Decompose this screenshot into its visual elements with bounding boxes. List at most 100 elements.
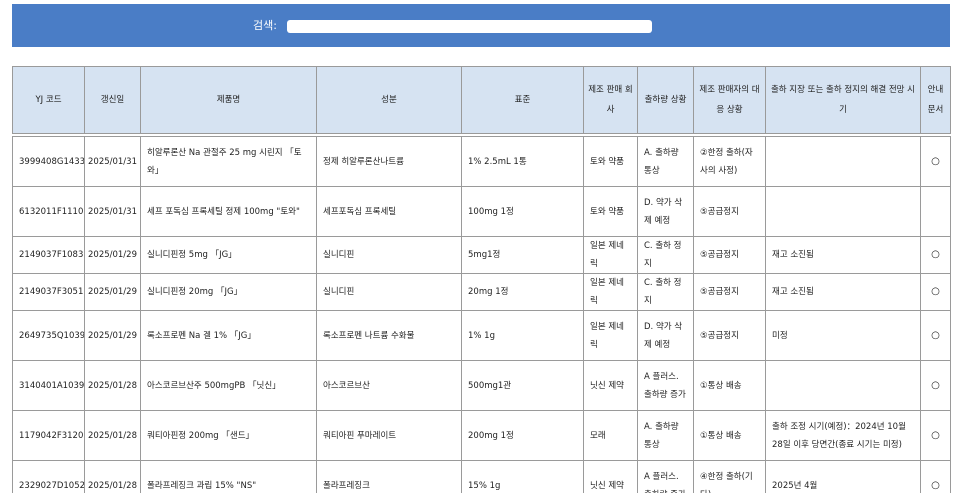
col-header-updated[interactable]: 갱신일 — [84, 66, 141, 134]
table-row: 2149037F1083 2025/01/29 실니디핀정 5mg 「JG」 실… — [12, 236, 951, 274]
cell-doc-link[interactable]: ○ — [920, 236, 951, 274]
cell-shipment: D. 약가 삭제 예정 — [637, 310, 694, 361]
cell-company: 일본 제네릭 — [583, 236, 638, 274]
cell-standard: 500mg1관 — [461, 360, 584, 411]
cell-response: ①통상 배송 — [693, 410, 766, 461]
cell-response: ②한정 출하(자사의 사정) — [693, 136, 766, 187]
col-header-yj-code[interactable]: YJ 코드 — [12, 66, 85, 134]
cell-doc-link[interactable]: ○ — [920, 136, 951, 187]
cell-shipment: A 플러스. 출하량 증가 — [637, 360, 694, 411]
cell-doc-link[interactable]: ○ — [920, 273, 951, 311]
drug-supply-table: YJ 코드 갱신일 제품명 성분 표준 제조 판매 회사 출하량 상황 제조 판… — [12, 66, 951, 493]
cell-product: 실니디핀정 5mg 「JG」 — [140, 236, 317, 274]
col-header-outlook[interactable]: 출하 지장 또는 출하 정지의 해결 전망 시기 — [765, 66, 921, 134]
cell-ingredient: 실니디핀 — [316, 236, 462, 274]
cell-outlook: 2025년 4월 — [765, 460, 921, 493]
search-bar: 검색: — [12, 4, 950, 47]
cell-response: ⑤공급정지 — [693, 310, 766, 361]
cell-yj: 3999408G1433 — [12, 136, 85, 187]
cell-standard: 200mg 1정 — [461, 410, 584, 461]
cell-product: 세프 포독심 프록세틸 정제 100mg "토와" — [140, 186, 317, 237]
cell-yj: 1179042F3120 — [12, 410, 85, 461]
cell-product: 록소프로펜 Na 겔 1% 「JG」 — [140, 310, 317, 361]
cell-yj: 6132011F1110 — [12, 186, 85, 237]
cell-yj: 2149037F1083 — [12, 236, 85, 274]
col-header-doc[interactable]: 안내 문서 — [920, 66, 951, 134]
cell-ingredient: 록소프로펜 나트륨 수화물 — [316, 310, 462, 361]
cell-company: 토와 약품 — [583, 136, 638, 187]
cell-product: 아스코르브산주 500mgPB 「닛신」 — [140, 360, 317, 411]
table-row: 2649735Q1039 2025/01/29 록소프로펜 Na 겔 1% 「J… — [12, 310, 951, 361]
cell-yj: 2649735Q1039 — [12, 310, 85, 361]
cell-date: 2025/01/28 — [84, 410, 141, 461]
cell-ingredient: 실니디핀 — [316, 273, 462, 311]
cell-response: ⑤공급정지 — [693, 236, 766, 274]
col-header-ingredient[interactable]: 성분 — [316, 66, 462, 134]
table-row: 3140401A1039 2025/01/28 아스코르브산주 500mgPB … — [12, 360, 951, 411]
cell-date: 2025/01/28 — [84, 360, 141, 411]
cell-shipment: D. 약가 삭제 예정 — [637, 186, 694, 237]
col-header-product[interactable]: 제품명 — [140, 66, 317, 134]
cell-yj: 3140401A1039 — [12, 360, 85, 411]
cell-date: 2025/01/29 — [84, 236, 141, 274]
cell-doc-link[interactable]: ○ — [920, 310, 951, 361]
cell-company: 닛신 제약 — [583, 360, 638, 411]
cell-shipment: A 플러스. 출하량 증가 — [637, 460, 694, 493]
cell-product: 실니디핀정 20mg 「JG」 — [140, 273, 317, 311]
table-row: 2149037F3051 2025/01/29 실니디핀정 20mg 「JG」 … — [12, 273, 951, 311]
cell-standard: 20mg 1정 — [461, 273, 584, 311]
search-label: 검색: — [253, 19, 277, 32]
cell-yj: 2329027D1052 — [12, 460, 85, 493]
cell-standard: 1% 2.5mL 1통 — [461, 136, 584, 187]
cell-yj: 2149037F3051 — [12, 273, 85, 311]
col-header-response[interactable]: 제조 판매자의 대응 상황 — [693, 66, 766, 134]
cell-response: ④한정 출하(기타) — [693, 460, 766, 493]
col-header-shipment[interactable]: 출하량 상황 — [637, 66, 694, 134]
cell-standard: 5mg1정 — [461, 236, 584, 274]
cell-doc-link[interactable]: ○ — [920, 460, 951, 493]
cell-outlook: 재고 소진됨 — [765, 236, 921, 274]
cell-product: 히알루론산 Na 관절주 25 mg 시린지 「토와」 — [140, 136, 317, 187]
cell-outlook — [765, 136, 921, 187]
cell-ingredient: 아스코르브산 — [316, 360, 462, 411]
table-row: 2329027D1052 2025/01/28 폴라프레징크 과립 15% "N… — [12, 460, 951, 493]
cell-outlook: 출하 조정 시기(예정)：2024년 10월 28일 이후 당면간(종료 시기는… — [765, 410, 921, 461]
table-row: 6132011F1110 2025/01/31 세프 포독심 프록세틸 정제 1… — [12, 186, 951, 237]
cell-standard: 1% 1g — [461, 310, 584, 361]
search-input[interactable] — [287, 20, 652, 33]
col-header-standard[interactable]: 표준 — [461, 66, 584, 134]
cell-doc-link[interactable]: ○ — [920, 360, 951, 411]
cell-shipment: A. 출하량 통상 — [637, 136, 694, 187]
cell-outlook — [765, 186, 921, 237]
cell-date: 2025/01/29 — [84, 310, 141, 361]
cell-shipment: C. 출하 정지 — [637, 236, 694, 274]
cell-response: ⑤공급정지 — [693, 273, 766, 311]
cell-company: 모래 — [583, 410, 638, 461]
cell-response: ⑤공급정지 — [693, 186, 766, 237]
cell-doc-link[interactable]: ○ — [920, 410, 951, 461]
cell-shipment: A. 출하량 통상 — [637, 410, 694, 461]
cell-outlook — [765, 360, 921, 411]
cell-company: 일본 제네릭 — [583, 310, 638, 361]
table-header-row: YJ 코드 갱신일 제품명 성분 표준 제조 판매 회사 출하량 상황 제조 판… — [12, 66, 951, 134]
cell-company: 일본 제네릭 — [583, 273, 638, 311]
cell-outlook: 미정 — [765, 310, 921, 361]
cell-ingredient: 쿼티아핀 푸마레이트 — [316, 410, 462, 461]
cell-product: 쿼티아핀정 200mg 「샌드」 — [140, 410, 317, 461]
cell-doc-link[interactable] — [920, 186, 951, 237]
table-row: 1179042F3120 2025/01/28 쿼티아핀정 200mg 「샌드」… — [12, 410, 951, 461]
cell-response: ①통상 배송 — [693, 360, 766, 411]
cell-date: 2025/01/31 — [84, 186, 141, 237]
cell-date: 2025/01/28 — [84, 460, 141, 493]
cell-date: 2025/01/31 — [84, 136, 141, 187]
col-header-company[interactable]: 제조 판매 회사 — [583, 66, 638, 134]
cell-ingredient: 정제 히알루론산나트륨 — [316, 136, 462, 187]
cell-shipment: C. 출하 정지 — [637, 273, 694, 311]
cell-date: 2025/01/29 — [84, 273, 141, 311]
table-row: 3999408G1433 2025/01/31 히알루론산 Na 관절주 25 … — [12, 136, 951, 187]
cell-standard: 100mg 1정 — [461, 186, 584, 237]
cell-standard: 15% 1g — [461, 460, 584, 493]
cell-ingredient: 세프포독심 프록세틸 — [316, 186, 462, 237]
cell-ingredient: 폴라프레징크 — [316, 460, 462, 493]
cell-product: 폴라프레징크 과립 15% "NS" — [140, 460, 317, 493]
